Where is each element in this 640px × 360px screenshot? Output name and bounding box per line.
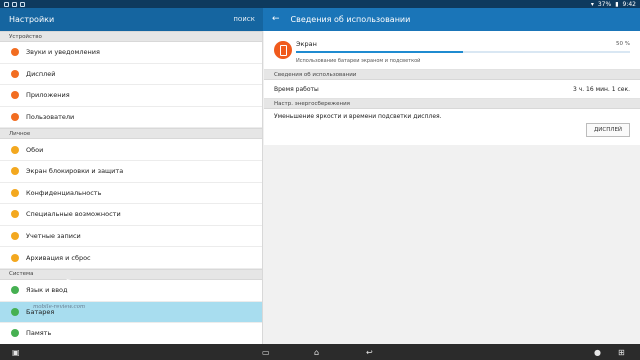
section-header: Система bbox=[0, 268, 262, 280]
back-icon[interactable]: ↩ bbox=[366, 347, 373, 357]
settings-item[interactable]: Учетные записи bbox=[0, 226, 262, 248]
battery-icon: ▮ bbox=[615, 0, 619, 8]
power-section-header: Настр. энергосбережения bbox=[264, 99, 640, 109]
screen-percent: 50 % bbox=[616, 41, 630, 47]
battery-percent: 37% bbox=[597, 0, 612, 8]
apps-grid-icon[interactable]: ⊞ bbox=[618, 347, 625, 357]
settings-item[interactable]: Экран блокировки и защита bbox=[0, 161, 262, 183]
settings-list: Устройство Звуки и уведомления Дисплей Прил… bbox=[0, 31, 263, 344]
settings-item-icon bbox=[11, 167, 19, 176]
power-saving-block: Уменьшение яркости и времени подсветки д… bbox=[264, 109, 640, 145]
settings-item[interactable]: Язык и ввод bbox=[0, 280, 262, 302]
settings-item-label: Конфиденциальность bbox=[26, 188, 102, 197]
section-header: Личное bbox=[0, 128, 262, 140]
settings-item[interactable]: Архивация и сброс bbox=[0, 247, 262, 269]
settings-item[interactable]: Пользователи bbox=[0, 107, 262, 129]
settings-item[interactable]: Дисплей bbox=[0, 64, 262, 86]
screen-description: Использование батареи экраном и подсветк… bbox=[296, 58, 421, 64]
settings-item-label: Учетные записи bbox=[26, 232, 81, 241]
section-header: Устройство bbox=[0, 31, 262, 42]
settings-item-label: Обои bbox=[26, 145, 44, 154]
settings-item-icon bbox=[11, 329, 19, 338]
settings-item[interactable]: Память bbox=[0, 323, 262, 344]
settings-item[interactable]: Конфиденциальность bbox=[0, 183, 262, 205]
power-saving-text: Уменьшение яркости и времени подсветки д… bbox=[274, 113, 442, 120]
screen-battery-icon bbox=[274, 41, 292, 59]
screen-usage-fill bbox=[296, 51, 463, 53]
settings-item-icon bbox=[11, 188, 19, 197]
settings-item-icon bbox=[11, 69, 19, 78]
settings-item-label: Дисплей bbox=[26, 69, 56, 78]
uptime-value: 3 ч. 16 мин. 1 сек. bbox=[572, 85, 630, 93]
usage-details-panel: Экран 50 % Использование батареи экраном… bbox=[264, 31, 640, 344]
settings-item-label: Приложения bbox=[26, 91, 70, 100]
settings-appbar: Настройки ПОИСК bbox=[0, 8, 263, 31]
watermark-text: mobile-review.com bbox=[33, 304, 86, 310]
settings-item-label: Экран блокировки и защита bbox=[26, 167, 124, 176]
navigation-bar: ▣ ▭ ⌂ ↩ ● ⊞ bbox=[0, 344, 640, 360]
settings-item-label: Память bbox=[26, 329, 52, 338]
screen-usage-item[interactable]: Экран 50 % Использование батареи экраном… bbox=[264, 31, 640, 70]
settings-item-label: Звуки и уведомления bbox=[26, 48, 100, 57]
screen-usage-bar bbox=[296, 51, 630, 53]
settings-item[interactable]: Приложения bbox=[0, 85, 262, 107]
settings-item-label: Архивация и сброс bbox=[26, 253, 91, 262]
settings-item-icon bbox=[11, 286, 19, 295]
status-bar: ▾ 37% ▮ 9:42 bbox=[0, 0, 640, 8]
notification-icons bbox=[4, 1, 25, 7]
settings-item-icon bbox=[11, 307, 19, 316]
settings-item[interactable]: Специальные возможности bbox=[0, 204, 262, 226]
settings-item-icon bbox=[11, 113, 19, 122]
uptime-label: Время работы bbox=[274, 85, 319, 93]
settings-item-icon bbox=[11, 91, 19, 100]
settings-item[interactable]: Обои bbox=[0, 139, 262, 161]
detail-appbar: ← Сведения об использовании bbox=[263, 8, 640, 31]
usage-section-header: Сведения об использовании bbox=[264, 70, 640, 80]
uptime-row: Время работы 3 ч. 16 мин. 1 сек. bbox=[264, 80, 640, 99]
notification-icon bbox=[20, 1, 25, 7]
settings-item-label: Специальные возможности bbox=[26, 210, 121, 219]
settings-title: Настройки bbox=[9, 15, 55, 24]
google-icon[interactable]: ● bbox=[594, 347, 601, 357]
detail-title: Сведения об использовании bbox=[290, 15, 411, 24]
back-arrow-icon[interactable]: ← bbox=[272, 15, 280, 24]
notification-icon bbox=[12, 1, 17, 7]
notification-icon bbox=[4, 1, 9, 7]
watermark-logo-icon bbox=[66, 278, 96, 300]
home-icon[interactable]: ⌂ bbox=[314, 347, 319, 357]
recent-apps-icon[interactable]: ▭ bbox=[262, 347, 270, 357]
clock: 9:42 bbox=[622, 0, 636, 8]
display-button[interactable]: ДИСПЛЕЙ bbox=[586, 123, 630, 137]
system-icons: ▾ 37% ▮ 9:42 bbox=[591, 1, 636, 8]
screen-label: Экран bbox=[296, 40, 317, 48]
settings-item-icon bbox=[11, 48, 19, 57]
wifi-icon: ▾ bbox=[590, 0, 594, 8]
settings-item-icon bbox=[11, 232, 19, 241]
settings-item-icon bbox=[11, 145, 19, 154]
settings-item-icon bbox=[11, 253, 19, 262]
search-button[interactable]: ПОИСК bbox=[234, 17, 255, 23]
settings-item[interactable]: Звуки и уведомления bbox=[0, 42, 262, 64]
settings-item-icon bbox=[11, 210, 19, 219]
settings-item-label: Пользователи bbox=[26, 113, 75, 122]
screenshot-icon[interactable]: ▣ bbox=[12, 347, 20, 357]
